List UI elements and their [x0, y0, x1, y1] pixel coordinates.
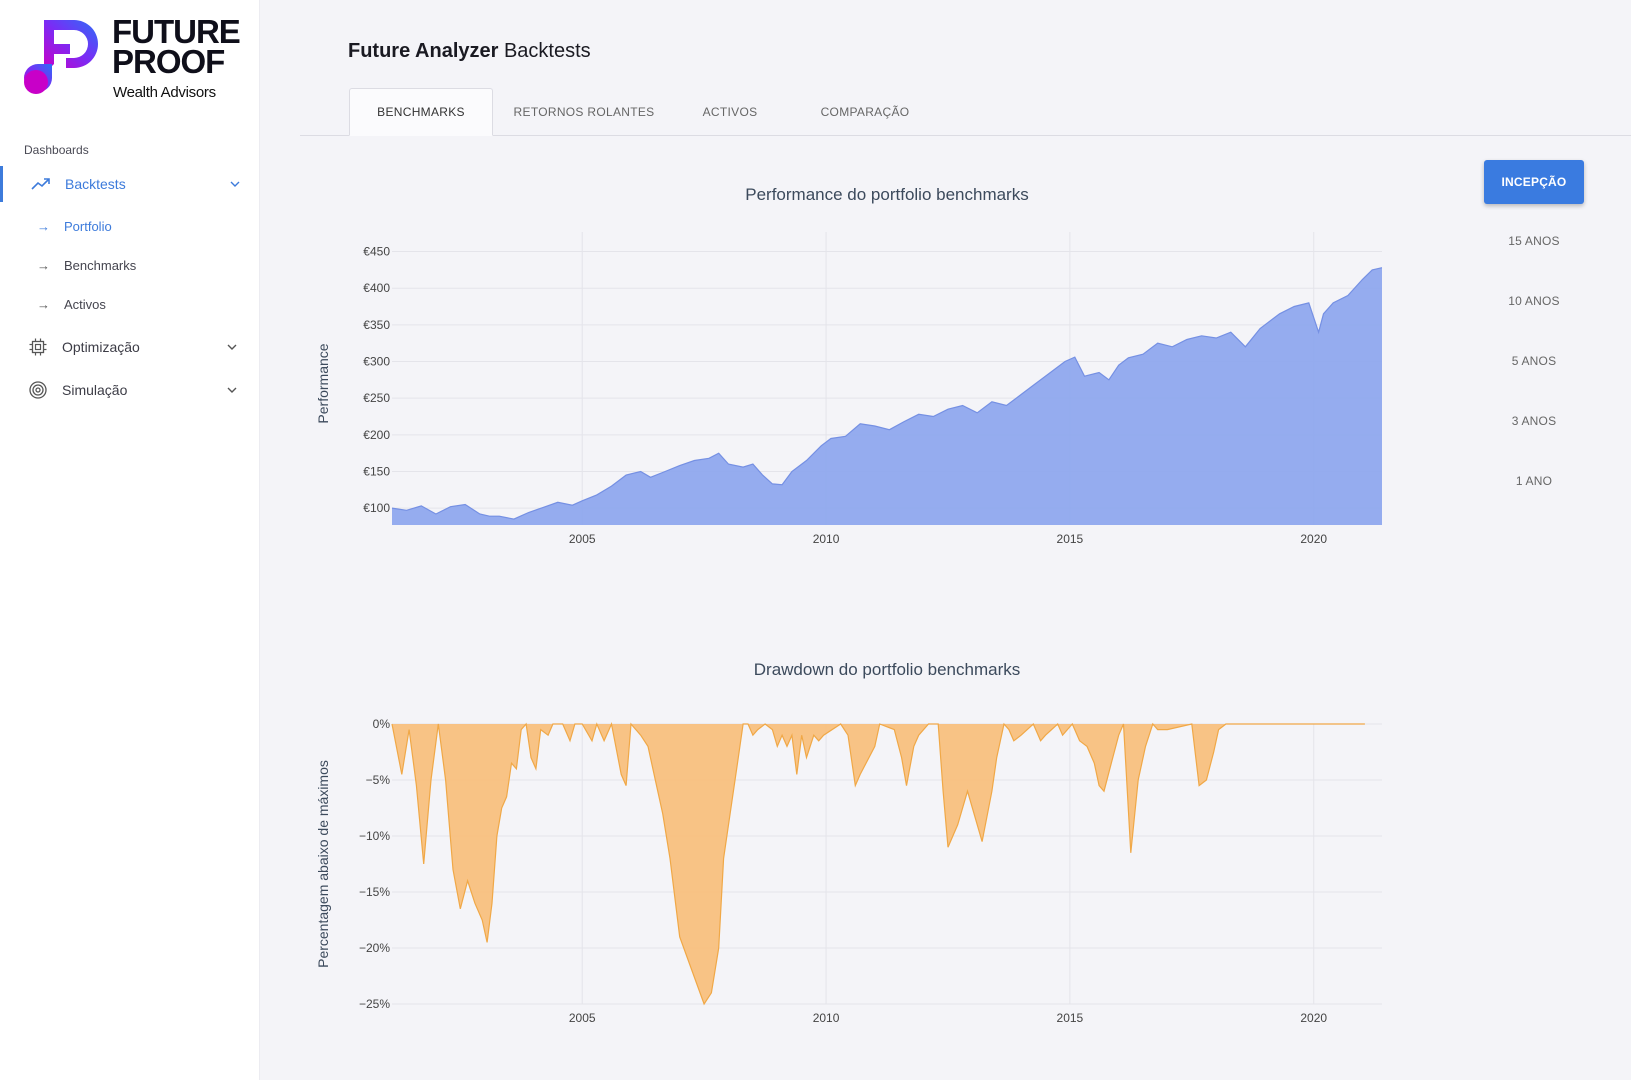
tab-activos[interactable]: ACTIVOS	[675, 88, 785, 136]
x-tick-label: 2015	[1057, 532, 1084, 546]
brand-line2: PROOF	[112, 43, 225, 80]
tab-bar: BENCHMARKS RETORNOS ROLANTES ACTIVOS COM…	[300, 88, 1631, 136]
chevron-down-icon	[229, 178, 241, 190]
y-tick-label: €350	[363, 318, 390, 332]
sidebar-subitem-benchmarks[interactable]: → Benchmarks	[0, 250, 260, 280]
tab-comparacao[interactable]: COMPARAÇÃO	[795, 88, 935, 136]
x-tick-label: 2010	[813, 1011, 840, 1025]
trending-up-icon	[31, 174, 51, 194]
period-button-1-ano[interactable]: 1 ANO	[1484, 466, 1584, 496]
drawdown-chart: Drawdown do portfolio benchmarks 0% −5% −10…	[315, 660, 1382, 1025]
target-icon	[28, 380, 48, 400]
sidebar-item-label: Backtests	[65, 176, 126, 192]
page-title: Future Analyzer Backtests	[348, 40, 591, 63]
sidebar: FUTURE PROOF Wealth Advisors Dashboards …	[0, 0, 260, 1080]
period-button-incepcao[interactable]: INCEPÇÃO	[1484, 160, 1584, 204]
y-tick-label: €300	[363, 355, 390, 369]
y-tick-label: €450	[363, 245, 390, 259]
arrow-right-icon: →	[37, 218, 50, 234]
page-title-rest: Backtests	[498, 40, 591, 62]
x-tick-label: 2020	[1300, 532, 1327, 546]
sidebar-item-label: Optimização	[62, 339, 140, 355]
sidebar-item-optimizacao[interactable]: Optimização	[0, 329, 260, 365]
chevron-down-icon	[226, 384, 238, 396]
x-tick-label: 2005	[569, 532, 596, 546]
sidebar-subitem-label: Activos	[64, 296, 106, 312]
series-area	[392, 724, 1365, 1004]
x-tick-label: 2020	[1300, 1011, 1327, 1025]
y-tick-label: €200	[363, 428, 390, 442]
period-button-5-anos[interactable]: 5 ANOS	[1484, 346, 1584, 376]
arrow-right-icon: →	[37, 296, 50, 312]
y-tick-label: €150	[363, 464, 390, 478]
x-tick-label: 2010	[813, 532, 840, 546]
y-tick-label: −20%	[359, 941, 390, 955]
y-tick-label: −5%	[366, 773, 391, 787]
y-tick-label: −15%	[359, 885, 390, 899]
period-button-10-anos[interactable]: 10 ANOS	[1484, 286, 1584, 316]
brand-logo[interactable]: FUTURE PROOF Wealth Advisors	[22, 15, 242, 104]
x-tick-label: 2005	[569, 1011, 596, 1025]
sidebar-subitem-activos[interactable]: → Activos	[0, 289, 260, 319]
tab-benchmarks[interactable]: BENCHMARKS	[349, 88, 493, 136]
series-area	[392, 267, 1382, 525]
sidebar-item-label: Simulação	[62, 382, 128, 398]
tab-retornos-rolantes[interactable]: RETORNOS ROLANTES	[503, 88, 665, 136]
y-axis-label: Percentagem abaixo de máximos	[315, 760, 331, 968]
y-tick-label: −10%	[359, 829, 390, 843]
y-axis-label: Performance	[315, 343, 331, 423]
y-tick-label: €400	[363, 281, 390, 295]
brand-logo-mark	[24, 20, 98, 94]
sidebar-subitem-label: Portfolio	[64, 218, 112, 234]
sidebar-item-simulacao[interactable]: Simulação	[0, 372, 260, 408]
y-tick-label: −25%	[359, 997, 390, 1011]
cpu-icon	[28, 337, 48, 357]
page-title-bold: Future Analyzer	[348, 40, 499, 62]
arrow-right-icon: →	[37, 257, 50, 273]
series-line	[391, 721, 1365, 1006]
nav-section-label: Dashboards	[24, 143, 89, 157]
period-button-15-anos[interactable]: 15 ANOS	[1484, 226, 1584, 256]
y-tick-label: 0%	[373, 717, 391, 731]
chart-title: Drawdown do portfolio benchmarks	[754, 660, 1020, 679]
chevron-down-icon	[226, 341, 238, 353]
y-tick-label: €250	[363, 391, 390, 405]
performance-chart: Performance do portfolio benchmarks €100 €…	[315, 185, 1383, 546]
chart-title: Performance do portfolio benchmarks	[745, 185, 1028, 204]
period-button-3-anos[interactable]: 3 ANOS	[1484, 406, 1584, 436]
sidebar-subitem-label: Benchmarks	[64, 257, 137, 273]
y-tick-label: €100	[363, 501, 390, 515]
x-tick-label: 2015	[1057, 1011, 1084, 1025]
sidebar-subitem-portfolio[interactable]: → Portfolio	[0, 211, 260, 241]
sidebar-item-backtests[interactable]: Backtests	[0, 166, 260, 202]
brand-subtitle: Wealth Advisors	[113, 84, 216, 101]
